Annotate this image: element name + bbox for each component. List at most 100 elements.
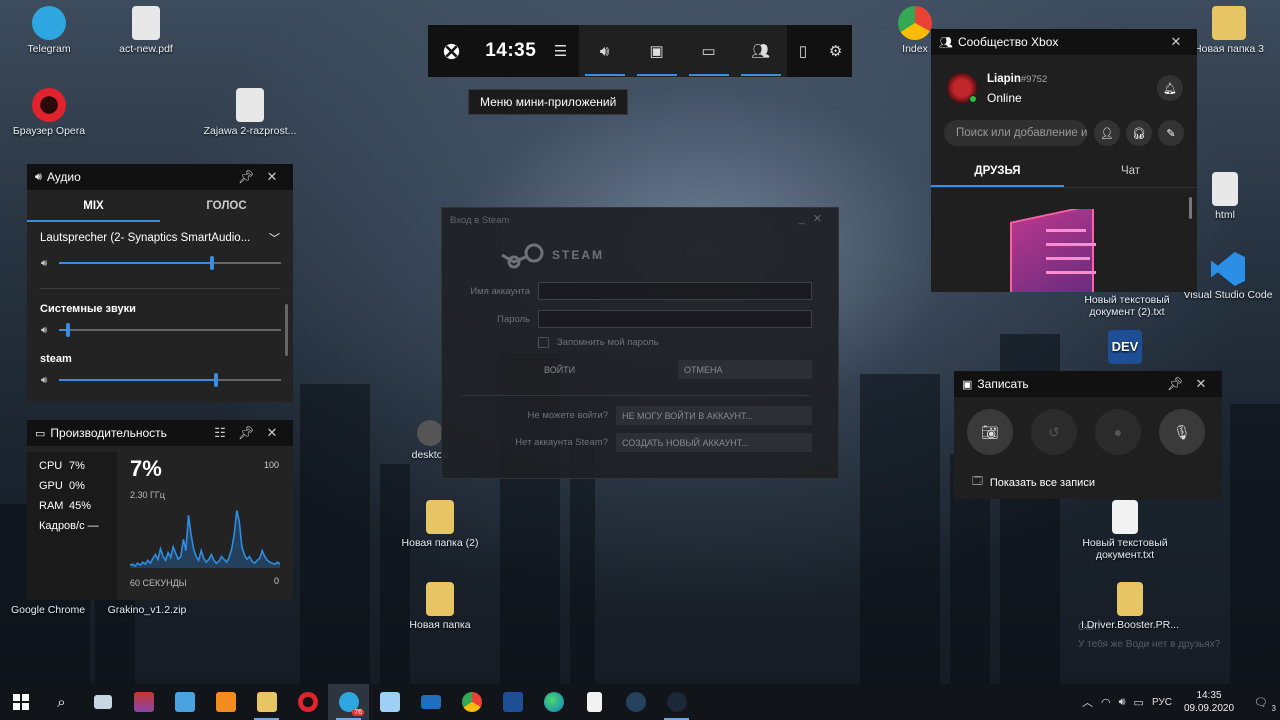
speaker-icon[interactable]: 🔊︎ — [1115, 696, 1130, 709]
taskbar-app-notepad[interactable] — [369, 684, 410, 720]
taskbar-app-file[interactable] — [574, 684, 615, 720]
mouse-icon: ▯ — [798, 43, 808, 60]
speaker-icon: 🔊︎ — [41, 257, 48, 269]
metric-ram[interactable]: RAM 45% — [39, 496, 99, 516]
taskbar-app-telegram[interactable]: 76 — [328, 684, 369, 720]
clock-date: 09.09.2020 — [1183, 703, 1235, 714]
clock[interactable]: 14:35 09.09.2020 — [1176, 689, 1242, 715]
device-volume-slider[interactable]: 🔊︎ — [41, 254, 281, 272]
add-friend-button[interactable]: 👤︎ — [1094, 120, 1120, 146]
desktop-icon-chrome[interactable]: Google Chrome — [3, 604, 93, 616]
tab-friends[interactable]: ДРУЗЬЯ — [931, 155, 1064, 187]
cancel-button[interactable]: ОТМЕНА — [678, 360, 812, 379]
close-button[interactable]: ✕ — [813, 213, 830, 225]
taskbar-app-wallpaper[interactable] — [164, 684, 205, 720]
options-button[interactable]: ☷ — [207, 425, 233, 441]
party-button[interactable]: 🎧︎ — [1126, 120, 1152, 146]
taskbar-app-explorer[interactable] — [246, 684, 287, 720]
performance-widget-toggle[interactable]: ▭ — [683, 25, 735, 77]
taskbar-app-steam[interactable] — [615, 684, 656, 720]
social-widget-toggle[interactable]: 👥︎ — [735, 25, 787, 77]
mouse-toggle-button[interactable]: ▯ — [787, 25, 820, 77]
scrollbar[interactable] — [1189, 197, 1192, 219]
tab-chat[interactable]: Чат — [1064, 155, 1197, 187]
start-recording-button[interactable]: ● — [1095, 409, 1141, 455]
record-dot-icon: ● — [1113, 424, 1123, 440]
desktop-icon-txt-2[interactable]: Новый текстовый документ (2).txt — [1082, 294, 1172, 318]
cant-login-button[interactable]: НЕ МОГУ ВОЙТИ В АККАУНТ... — [616, 406, 812, 425]
steam-icon — [625, 692, 646, 712]
desktop-icon-pdf-2[interactable]: Zajawa 2-razprost... — [200, 88, 300, 137]
taskbar-app-mail[interactable] — [410, 684, 451, 720]
start-button[interactable] — [0, 684, 41, 720]
pin-button[interactable]: 📌︎ — [1162, 376, 1188, 392]
metric-cpu[interactable]: CPU 7% — [39, 456, 99, 476]
widget-menu-button[interactable]: ☰ — [542, 25, 578, 77]
pin-button[interactable]: 📌︎ — [233, 169, 259, 185]
show-hidden-icons-button[interactable]: ︿ — [1078, 694, 1097, 710]
show-all-captures-link[interactable]: 🗔 Показать все записи — [972, 474, 1095, 491]
tab-voice[interactable]: ГОЛОС — [160, 190, 293, 222]
output-device-select[interactable]: Lautsprecher (2- Synaptics SmartAudio...… — [27, 222, 293, 254]
performance-panel-header: ▭ Производительность ☷ 📌︎ ✕ — [27, 420, 293, 446]
capture-panel: ▣ Записать 📌︎ ✕ 📷︎ ↺ ● 🎙︎ 🗔 Показать все… — [954, 371, 1222, 499]
checkbox[interactable] — [538, 337, 549, 348]
taskbar-app-chrome[interactable] — [451, 684, 492, 720]
action-center-button[interactable]: 🗨︎ 3 — [1242, 696, 1280, 713]
taskbar-app-edge[interactable] — [533, 684, 574, 720]
empty-list-illustration — [1006, 209, 1108, 292]
metric-gpu[interactable]: GPU 0% — [39, 476, 99, 496]
steam-volume-slider[interactable]: 🔊︎ — [41, 371, 281, 389]
steam-logo: STEAM — [500, 240, 604, 270]
password-label: Пароль — [497, 313, 530, 325]
speaker-icon: 🔊︎ — [35, 170, 42, 183]
new-message-button[interactable]: ✎ — [1158, 120, 1184, 146]
taskbar-app-devcpp[interactable] — [492, 684, 533, 720]
login-button[interactable]: ВОЙТИ — [538, 360, 670, 379]
pin-button[interactable]: 📌︎ — [233, 425, 259, 441]
xbox-logo-button[interactable] — [428, 25, 475, 77]
mail-icon — [420, 695, 441, 709]
desktop-icon-folder[interactable]: Новая папка — [395, 582, 485, 631]
close-button[interactable]: ✕ — [1163, 34, 1189, 50]
search-button[interactable]: ⌕ — [41, 684, 82, 720]
notifications-button[interactable]: 🔔︎ — [1157, 75, 1183, 101]
taskbar-app-task-view[interactable] — [82, 684, 123, 720]
microphone-toggle-button[interactable]: 🎙︎ — [1159, 409, 1205, 455]
compose-icon: ✎ — [1166, 127, 1176, 140]
taskbar-app-steam-2[interactable] — [656, 684, 697, 720]
metric-fps[interactable]: Кадров/с — — [39, 516, 99, 536]
capture-widget-toggle[interactable]: ▣ — [631, 25, 683, 77]
desktop-icon-pdf[interactable]: act-new.pdf — [101, 6, 191, 55]
battery-icon[interactable]: ▭ — [1130, 696, 1148, 709]
scrollbar[interactable] — [285, 304, 288, 356]
taskbar-app-winrar[interactable] — [123, 684, 164, 720]
taskbar-app-sublime[interactable] — [205, 684, 246, 720]
taskbar: ⌕ 76 ︿ ◠ 🔊︎ ▭ РУС 14:35 09.09.2020 🗨︎ 3 — [0, 684, 1280, 720]
wifi-icon[interactable]: ◠ — [1097, 696, 1115, 709]
remember-password-checkbox[interactable]: Запомнить мой пароль — [538, 337, 659, 348]
taskbar-app-opera[interactable] — [287, 684, 328, 720]
close-button[interactable]: ✕ — [1188, 376, 1214, 392]
audio-widget-toggle[interactable]: 🔊︎ — [579, 25, 631, 77]
system-sounds-volume-slider[interactable]: 🔊︎ — [41, 321, 281, 339]
desktop-icon-grakino[interactable]: Grakino_v1.2.zip — [102, 604, 192, 616]
minimize-button[interactable]: _ — [799, 213, 813, 225]
desktop-icon-dev[interactable]: DEV — [1080, 330, 1170, 367]
account-input[interactable] — [538, 282, 812, 300]
desktop-icon-folder-2[interactable]: Новая папка (2) — [395, 500, 485, 549]
screenshot-button[interactable]: 📷︎ — [967, 409, 1013, 455]
tab-mix[interactable]: MIX — [27, 190, 160, 222]
close-button[interactable]: ✕ — [259, 169, 285, 185]
create-account-button[interactable]: СОЗДАТЬ НОВЫЙ АККАУНТ... — [616, 433, 812, 452]
settings-button[interactable]: ⚙ — [819, 25, 852, 77]
password-input[interactable] — [538, 310, 812, 328]
friend-search-input[interactable]: Поиск или добавление и — [944, 120, 1087, 146]
desktop-icon-telegram[interactable]: Telegram — [4, 6, 94, 55]
desktop-icon-folder-3[interactable]: Новая папка 3 — [1184, 6, 1274, 55]
desktop-icon-opera[interactable]: Браузер Opera — [4, 88, 94, 137]
record-last-button[interactable]: ↺ — [1031, 409, 1077, 455]
desktop-icon-txt[interactable]: Новый текстовый документ.txt — [1080, 500, 1170, 561]
language-indicator[interactable]: РУС — [1148, 697, 1176, 708]
close-button[interactable]: ✕ — [259, 425, 285, 441]
